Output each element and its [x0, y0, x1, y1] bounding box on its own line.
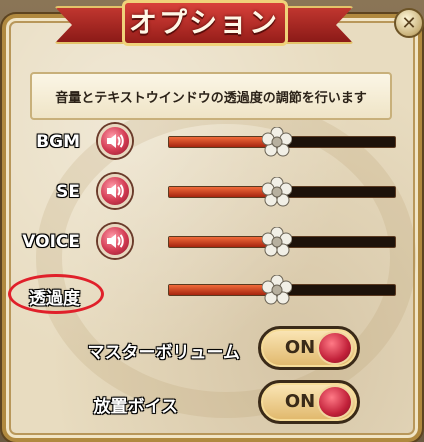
speaker-icon [107, 134, 124, 148]
dialog-title: オプション [128, 6, 279, 39]
toggle-knob-icon [317, 331, 353, 365]
bgm-slider-knob[interactable] [262, 127, 293, 157]
voice-slider[interactable] [168, 227, 396, 257]
voice-slider-fill [169, 237, 278, 247]
se-slider[interactable] [168, 177, 396, 207]
master-volume-toggle[interactable]: ON [258, 326, 360, 370]
speaker-icon [107, 184, 124, 198]
close-button[interactable]: ✕ [394, 8, 424, 38]
voice-slider-knob[interactable] [262, 227, 293, 257]
bgm-label: BGM [36, 132, 80, 152]
transparency-slider-knob[interactable] [262, 275, 293, 305]
speaker-icon [107, 234, 124, 248]
se-speaker-button[interactable] [98, 174, 132, 208]
voice-speaker-button[interactable] [98, 224, 132, 258]
close-icon: ✕ [401, 12, 417, 34]
bgm-slider[interactable] [168, 127, 396, 157]
transparency-label: 透過度 [29, 289, 80, 309]
idle-voice-label: 放置ボイス [93, 397, 179, 417]
transparency-slider[interactable] [168, 275, 396, 305]
master-volume-label: マスターボリューム [87, 343, 241, 363]
voice-label: VOICE [22, 232, 80, 252]
se-label: SE [56, 182, 80, 202]
se-slider-fill [169, 187, 278, 197]
se-slider-knob[interactable] [262, 177, 293, 207]
description-text: 音量とテキストウインドウの透過度の調節を行います [55, 90, 367, 106]
description-box: 音量とテキストウインドウの透過度の調節を行います [30, 72, 392, 120]
bgm-slider-fill [169, 137, 278, 147]
bgm-speaker-button[interactable] [98, 124, 132, 158]
transparency-slider-fill [169, 285, 278, 295]
idle-voice-toggle[interactable]: ON [258, 380, 360, 424]
toggle-knob-icon [317, 385, 353, 419]
